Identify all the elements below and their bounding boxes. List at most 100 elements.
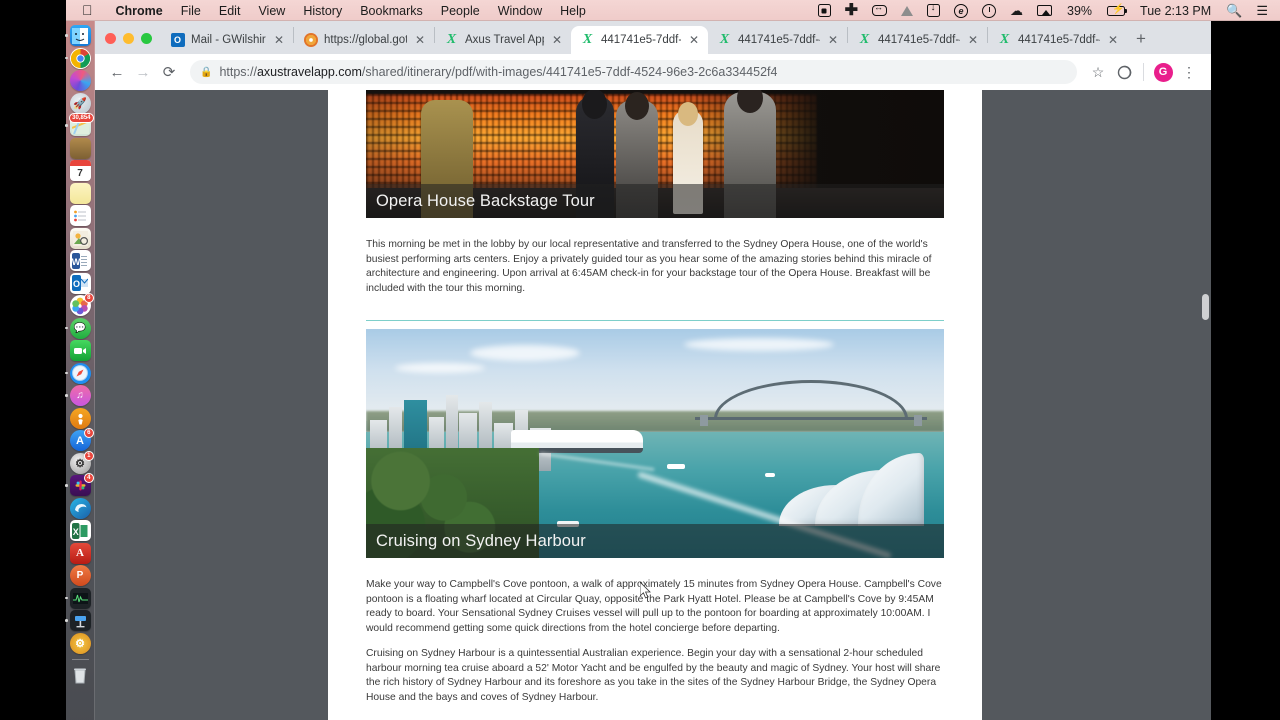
dock-item-photos[interactable]: 8 bbox=[69, 293, 94, 316]
screen-record-icon[interactable] bbox=[817, 4, 831, 17]
outlook-favicon: O bbox=[170, 33, 185, 48]
axus-favicon: X bbox=[999, 32, 1010, 47]
menu-item-help[interactable]: Help bbox=[551, 4, 595, 18]
page-scrollbar[interactable] bbox=[1198, 90, 1211, 720]
menu-item-history[interactable]: History bbox=[294, 4, 351, 18]
svg-text:O: O bbox=[73, 279, 80, 289]
minimize-window-button[interactable] bbox=[123, 33, 134, 44]
chrome-menu-icon[interactable]: ⋮ bbox=[1176, 59, 1202, 85]
address-bar[interactable]: 🔒 https://axustravelapp.com/shared/itine… bbox=[190, 60, 1077, 84]
apple-logo-icon[interactable]:  bbox=[82, 3, 93, 17]
dock-item-microsoft-powerpoint[interactable]: P bbox=[69, 565, 91, 586]
axus-favicon: X bbox=[446, 32, 457, 47]
dock-item-itunes[interactable]: ♫ bbox=[65, 385, 91, 406]
forward-button[interactable]: → bbox=[130, 59, 156, 85]
dock-item-reminders[interactable] bbox=[69, 205, 91, 226]
close-tab-button[interactable]: ✕ bbox=[826, 33, 840, 47]
menu-item-edit[interactable]: Edit bbox=[210, 4, 250, 18]
address-bar-url: https://axustravelapp.com/shared/itinera… bbox=[219, 65, 777, 79]
dock-item-microsoft-word[interactable]: W bbox=[69, 250, 91, 271]
close-tab-button[interactable]: ✕ bbox=[550, 33, 564, 47]
dock-item-calendar[interactable]: 7 bbox=[69, 160, 91, 181]
close-tab-button[interactable]: ✕ bbox=[966, 33, 980, 47]
dock-item-microsoft-excel[interactable]: X bbox=[69, 520, 91, 541]
menu-item-people[interactable]: People bbox=[432, 4, 489, 18]
dock-item-system-preferences[interactable]: 1 ⚙ bbox=[69, 450, 94, 474]
dropbox-icon[interactable] bbox=[901, 5, 914, 16]
dock-item-microsoft-outlook[interactable]: O bbox=[69, 272, 91, 294]
close-window-button[interactable] bbox=[105, 33, 116, 44]
dock-item-launchpad-rocket[interactable]: 🚀 bbox=[69, 92, 91, 114]
axus-favicon: X bbox=[859, 32, 870, 47]
paragraph-campbells-cove: Make your way to Campbell's Cove pontoon… bbox=[366, 578, 944, 705]
screen:  Chrome File Edit View History Bookmark… bbox=[0, 0, 1280, 720]
close-tab-button[interactable]: ✕ bbox=[1106, 33, 1120, 47]
axus-favicon: X bbox=[719, 32, 730, 47]
bookmark-star-icon[interactable]: ☆ bbox=[1085, 59, 1111, 85]
menu-item-chrome[interactable]: Chrome bbox=[107, 4, 172, 18]
menu-item-window[interactable]: Window bbox=[489, 4, 551, 18]
close-tab-button[interactable]: ✕ bbox=[413, 33, 427, 47]
battery-charging-icon[interactable]: ⚡ bbox=[1107, 4, 1128, 16]
airplay-icon[interactable] bbox=[1037, 5, 1053, 16]
dock-item-trash[interactable] bbox=[70, 665, 91, 686]
padlock-icon: 🔒 bbox=[200, 66, 213, 78]
scrollbar-thumb[interactable] bbox=[1201, 294, 1209, 320]
browser-tab-2[interactable]: X Axus Travel App ✕ bbox=[435, 26, 571, 54]
browser-tab-title: 441741e5-7ddf-452 bbox=[878, 34, 960, 46]
browser-tab-title: 441741e5-7ddf-452 bbox=[738, 34, 820, 46]
menu-item-file[interactable]: File bbox=[172, 4, 210, 18]
dock-separator bbox=[71, 659, 89, 660]
sydney-harbour-bridge bbox=[695, 379, 927, 430]
browser-tab-1[interactable]: https://global.goton ✕ bbox=[294, 26, 434, 54]
browser-tab-3-active[interactable]: X 441741e5-7ddf-452 ✕ bbox=[571, 26, 708, 54]
dock-item-podcasts[interactable] bbox=[69, 407, 91, 429]
dock-item-adobe-acrobat[interactable]: A bbox=[69, 542, 91, 564]
spotlight-search-icon[interactable]: 🔍 bbox=[1226, 3, 1242, 19]
dock-item-maps[interactable]: 30,854 bbox=[65, 113, 94, 136]
dock-item-app-store[interactable]: 6 A bbox=[69, 428, 94, 451]
dock-item-messages[interactable]: 💬 bbox=[65, 317, 91, 339]
url-scheme: https:// bbox=[219, 65, 257, 79]
dock-item-stickies[interactable] bbox=[69, 182, 91, 204]
dock-item-preview[interactable] bbox=[69, 227, 91, 249]
bluetooth-plus-icon[interactable]: ✚ bbox=[845, 2, 858, 19]
dock-item-facetime[interactable] bbox=[69, 340, 91, 361]
new-tab-button[interactable]: + bbox=[1127, 30, 1155, 54]
wifi-icon[interactable]: ☁ bbox=[1010, 4, 1023, 17]
back-button[interactable]: ← bbox=[104, 59, 130, 85]
axus-favicon: X bbox=[582, 32, 593, 47]
notification-center-icon[interactable]: ☰ bbox=[1256, 3, 1268, 19]
menu-bar-clock[interactable]: Tue 2:13 PM bbox=[1140, 4, 1211, 18]
dock-item-activity-monitor[interactable] bbox=[65, 587, 91, 609]
browser-tab-6[interactable]: X 441741e5-7ddf-452 ✕ bbox=[988, 26, 1127, 54]
dock-item-edge[interactable] bbox=[69, 497, 91, 519]
close-tab-button[interactable]: ✕ bbox=[687, 33, 701, 47]
browser-tab-4[interactable]: X 441741e5-7ddf-452 ✕ bbox=[708, 26, 847, 54]
dock-item-siri[interactable] bbox=[69, 70, 91, 91]
dock-item-automator[interactable]: ⚙ bbox=[69, 632, 91, 654]
dock-item-notes-brown[interactable] bbox=[69, 137, 91, 159]
profile-avatar[interactable]: G bbox=[1150, 59, 1176, 85]
sydney-opera-house bbox=[776, 448, 926, 526]
dock-item-google-chrome[interactable] bbox=[65, 47, 91, 69]
dock-item-screenshot-tool[interactable] bbox=[65, 610, 91, 631]
browser-tab-0[interactable]: O Mail - GWilshire@m ✕ bbox=[161, 26, 293, 54]
evernote-icon[interactable]: e bbox=[954, 3, 969, 18]
dock-item-finder[interactable] bbox=[65, 25, 91, 46]
switch-icon[interactable] bbox=[872, 2, 888, 16]
reload-button[interactable]: ⟳ bbox=[156, 59, 182, 85]
menu-item-bookmarks[interactable]: Bookmarks bbox=[351, 4, 432, 18]
page-viewport: Opera House Backstage Tour This morning … bbox=[95, 90, 1211, 720]
hero-caption: Cruising on Sydney Harbour bbox=[366, 524, 944, 558]
extension-icon[interactable] bbox=[1111, 59, 1137, 85]
download-box-icon[interactable] bbox=[927, 2, 941, 17]
dock-item-safari[interactable] bbox=[65, 362, 91, 384]
chrome-window: O Mail - GWilshire@m ✕ https://global.go… bbox=[95, 21, 1211, 720]
time-machine-icon[interactable] bbox=[982, 3, 997, 18]
menu-item-view[interactable]: View bbox=[249, 4, 294, 18]
browser-tab-5[interactable]: X 441741e5-7ddf-452 ✕ bbox=[848, 26, 987, 54]
maximize-window-button[interactable] bbox=[141, 33, 152, 44]
close-tab-button[interactable]: ✕ bbox=[272, 33, 286, 47]
dock-item-slack[interactable]: 4 bbox=[65, 473, 94, 496]
